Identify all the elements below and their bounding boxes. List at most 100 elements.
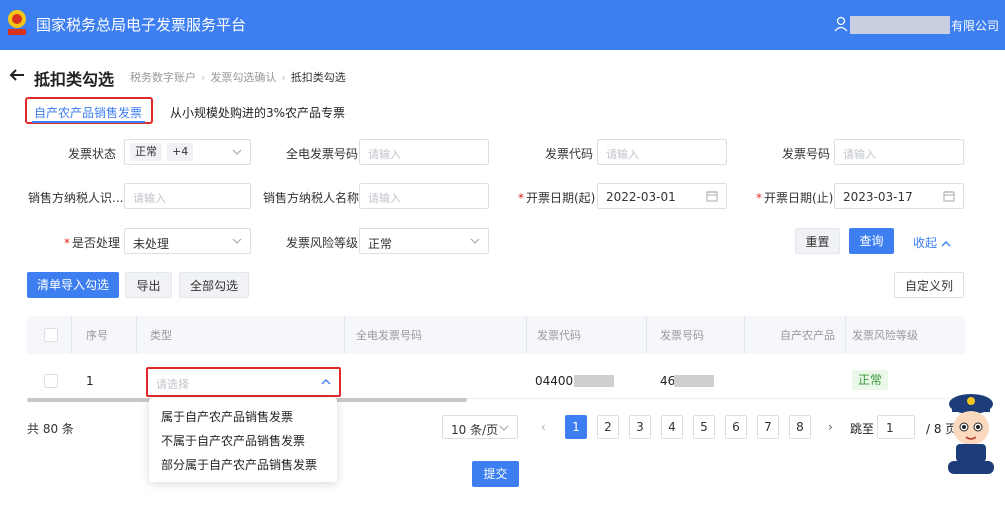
page-4-button[interactable]: 4 <box>661 415 683 439</box>
column-divider <box>744 316 745 354</box>
row-seq: 1 <box>86 374 94 388</box>
breadcrumb-separator: › <box>281 71 286 84</box>
collapse-label: 收起 <box>913 236 938 250</box>
risk-level-value: 正常 <box>368 237 393 251</box>
tab-small-scale-3pct-agri[interactable]: 从小规模处购进的3%农产品专票 <box>170 104 345 121</box>
placeholder-text: 请输入 <box>606 148 639 161</box>
prev-page-icon[interactable]: ‹ <box>541 420 546 434</box>
submit-button[interactable]: 提交 <box>472 461 519 487</box>
required-mark: * <box>64 236 70 250</box>
page-7-button[interactable]: 7 <box>757 415 779 439</box>
status-more-tag: +4 <box>167 143 194 161</box>
export-button[interactable]: 导出 <box>125 272 172 298</box>
status-tag: 正常 <box>130 143 162 161</box>
row-checkbox[interactable] <box>44 374 58 388</box>
page-size-value: 10 条/页 <box>451 423 499 437</box>
page-title: 抵扣类勾选 <box>34 70 115 89</box>
seller-name-label: 销售方纳税人名称 <box>263 191 360 205</box>
reset-button[interactable]: 重置 <box>795 228 840 254</box>
redacted-code <box>574 375 614 387</box>
date-end-picker[interactable]: 2023-03-17 <box>834 183 964 209</box>
tax-emblem-icon <box>8 10 26 35</box>
jump-page-value: 1 <box>886 421 894 435</box>
date-end-label-text: 开票日期(止) <box>764 191 834 205</box>
calendar-icon <box>943 191 955 202</box>
placeholder-text: 请输入 <box>843 148 876 161</box>
tax-assistant-mascot-icon[interactable] <box>942 384 1000 476</box>
breadcrumb: 税务数字账户 › 发票勾选确认 › 抵扣类勾选 <box>130 69 346 85</box>
th-type: 类型 <box>150 329 172 342</box>
user-company[interactable]: 有限公司 <box>951 17 999 34</box>
page-5-button[interactable]: 5 <box>693 415 715 439</box>
select-all-button[interactable]: 全部勾选 <box>179 272 249 298</box>
breadcrumb-current: 抵扣类勾选 <box>290 71 346 84</box>
seller-tax-id-label: 销售方纳税人识... <box>28 191 124 205</box>
date-start-label: * 开票日期(起) <box>518 189 595 206</box>
th-risk-level: 发票风险等级 <box>852 329 918 342</box>
query-button[interactable]: 查询 <box>849 228 894 254</box>
type-select[interactable]: 请选择 <box>146 367 341 397</box>
calendar-icon <box>706 191 718 202</box>
required-mark: * <box>756 191 762 205</box>
column-divider <box>845 316 846 354</box>
chevron-down-icon <box>470 238 480 244</box>
date-start-picker[interactable]: 2022-03-01 <box>597 183 727 209</box>
th-self-product: 自产农产品 <box>780 329 835 342</box>
row-invoice-code: 04400 <box>535 374 574 388</box>
column-divider <box>344 316 345 354</box>
page-2-button[interactable]: 2 <box>597 415 619 439</box>
chevron-down-icon <box>232 238 242 244</box>
risk-level-label: 发票风险等级 <box>286 236 359 250</box>
dropdown-option-belongs[interactable]: 属于自产农产品销售发票 <box>161 408 293 425</box>
page-3-button[interactable]: 3 <box>629 415 651 439</box>
processed-select[interactable]: 未处理 <box>124 228 251 254</box>
seller-name-input[interactable]: 请输入 <box>359 183 489 209</box>
risk-status-badge: 正常 <box>852 370 889 390</box>
user-icon[interactable] <box>834 16 848 32</box>
jump-label: 跳至 <box>850 422 875 436</box>
dropdown-option-partially-belongs[interactable]: 部分属于自产农产品销售发票 <box>161 456 317 473</box>
select-all-checkbox[interactable] <box>44 328 58 342</box>
jump-page-input[interactable]: 1 <box>877 415 915 439</box>
app-title: 国家税务总局电子发票服务平台 <box>36 16 247 34</box>
chevron-up-icon <box>941 241 951 247</box>
placeholder-text: 请输入 <box>133 192 166 205</box>
page-size-select[interactable]: 10 条/页 <box>442 415 518 439</box>
type-select-placeholder: 请选择 <box>156 378 189 391</box>
breadcrumb-separator: › <box>201 71 206 84</box>
processed-value: 未处理 <box>133 237 170 251</box>
row-invoice-no: 46 <box>660 374 676 388</box>
custom-columns-button[interactable]: 自定义列 <box>894 272 964 298</box>
invoice-status-select[interactable]: 正常 +4 <box>124 139 251 165</box>
back-arrow-icon[interactable] <box>8 66 26 84</box>
chevron-down-icon <box>499 425 509 431</box>
breadcrumb-item[interactable]: 发票勾选确认 <box>210 71 276 84</box>
full-invoice-no-input[interactable]: 请输入 <box>359 139 489 165</box>
tab-self-produced-agri-invoice[interactable]: 自产农产品销售发票 <box>34 104 142 121</box>
invoice-status-label: 发票状态 <box>68 147 117 161</box>
breadcrumb-item[interactable]: 税务数字账户 <box>130 71 196 84</box>
risk-level-select[interactable]: 正常 <box>359 228 489 254</box>
th-full-invoice-no: 全电发票号码 <box>356 329 422 342</box>
dropdown-option-not-belongs[interactable]: 不属于自产农产品销售发票 <box>161 432 305 449</box>
th-invoice-no: 发票号码 <box>660 329 704 342</box>
th-seq: 序号 <box>86 329 108 342</box>
invoice-code-input[interactable]: 请输入 <box>597 139 727 165</box>
redacted-number <box>674 375 714 387</box>
processed-label-text: 是否处理 <box>72 236 121 250</box>
collapse-toggle[interactable]: 收起 <box>913 234 951 251</box>
column-divider <box>646 316 647 354</box>
import-select-button[interactable]: 清单导入勾选 <box>27 272 119 298</box>
date-start-value: 2022-03-01 <box>606 190 676 204</box>
page-8-button[interactable]: 8 <box>789 415 811 439</box>
column-divider <box>526 316 527 354</box>
page-6-button[interactable]: 6 <box>725 415 747 439</box>
seller-tax-id-input[interactable]: 请输入 <box>124 183 251 209</box>
date-end-value: 2023-03-17 <box>843 190 913 204</box>
invoice-no-input[interactable]: 请输入 <box>834 139 964 165</box>
next-page-icon[interactable]: › <box>828 420 833 434</box>
page-1-button[interactable]: 1 <box>565 415 587 439</box>
date-end-label: * 开票日期(止) <box>756 189 833 206</box>
total-count: 共 80 条 <box>27 422 74 436</box>
column-divider <box>71 316 72 354</box>
